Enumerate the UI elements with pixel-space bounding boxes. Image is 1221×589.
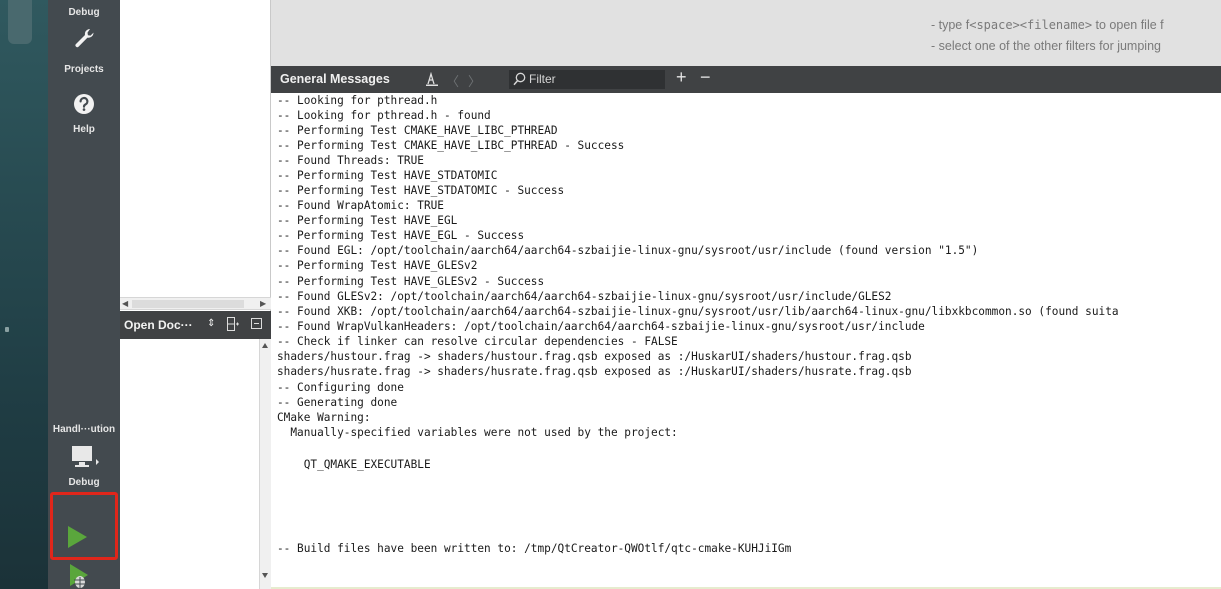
- log-line: -- Found WrapVulkanHeaders: /opt/toolcha…: [277, 320, 925, 333]
- wrench-icon: [75, 28, 94, 48]
- log-line: shaders/hustour.frag -> shaders/hustour.…: [277, 350, 912, 363]
- open-documents-title[interactable]: Open Doc···: [124, 318, 193, 332]
- log-line: -- Found Threads: TRUE: [277, 154, 424, 167]
- locator-popup: - type f<space><filename> to open file f…: [271, 0, 1221, 66]
- locator-hint-line-1: - type f<space><filename> to open file f: [931, 18, 1164, 32]
- log-line: -- Performing Test HAVE_EGL: [277, 214, 458, 227]
- log-line: -- Performing Test HAVE_STDATOMIC - Succ…: [277, 184, 565, 197]
- log-line: -- Performing Test HAVE_GLESv2 - Success: [277, 275, 545, 288]
- mode-projects-label: Projects: [64, 64, 104, 75]
- open-documents-header: Open Doc··· ⇕: [120, 311, 271, 339]
- scroll-left-icon[interactable]: ◀: [122, 298, 128, 309]
- desktop-tab: [8, 0, 32, 44]
- help-icon: [74, 94, 94, 114]
- mode-help-label: Help: [73, 124, 95, 135]
- output-log[interactable]: -- Looking for pthread.h -- Looking for p…: [271, 93, 1221, 589]
- log-line: -- Found EGL: /opt/toolchain/aarch64/aar…: [277, 244, 979, 257]
- log-line: -- Found XKB: /opt/toolchain/aarch64/aar…: [277, 305, 1119, 318]
- debug-run-button[interactable]: [68, 563, 92, 589]
- next-item-icon[interactable]: 〉: [468, 71, 481, 90]
- filter-input[interactable]: Filter: [509, 70, 665, 89]
- close-pane-icon[interactable]: [251, 318, 262, 329]
- horizontal-scrollbar[interactable]: ◀ ▶: [120, 297, 271, 310]
- log-line: -- Performing Test HAVE_EGL - Success: [277, 229, 525, 242]
- log-line: -- Check if linker can resolve circular …: [277, 335, 678, 348]
- side-pane: ◀ ▶ Open Doc··· ⇕: [120, 0, 271, 589]
- hint-text-suffix: to open file f: [1092, 18, 1164, 32]
- scroll-up-icon[interactable]: [262, 343, 268, 348]
- previous-item-icon[interactable]: 〈: [446, 71, 459, 90]
- scroll-right-icon[interactable]: ▶: [260, 298, 266, 309]
- log-line: shaders/husrate.frag -> shaders/husrate.…: [277, 365, 912, 378]
- project-name-label: Handl···ution: [52, 424, 116, 435]
- run-highlight-box: [50, 492, 118, 560]
- log-line: -- Performing Test HAVE_STDATOMIC: [277, 169, 498, 182]
- mode-debug-label: Debug: [68, 7, 100, 18]
- log-line: -- Performing Test HAVE_GLESv2: [277, 259, 478, 272]
- zoom-out-button[interactable]: −: [700, 67, 711, 88]
- mode-projects[interactable]: Projects: [48, 26, 120, 75]
- log-line: CMake Warning:: [277, 411, 371, 424]
- scrollbar-thumb[interactable]: [132, 300, 244, 308]
- log-line: -- Generating done: [277, 396, 398, 409]
- desktop-marker: [5, 327, 9, 332]
- split-icon[interactable]: [227, 317, 239, 331]
- locator-hint-line-2: - select one of the other filters for ju…: [931, 39, 1161, 53]
- output-pane-title[interactable]: General Messages: [280, 72, 390, 86]
- log-line: -- Performing Test CMAKE_HAVE_LIBC_PTHRE…: [277, 124, 558, 137]
- log-line: -- Performing Test CMAKE_HAVE_LIBC_PTHRE…: [277, 139, 625, 152]
- search-icon: [513, 72, 526, 86]
- desktop-background: [0, 0, 48, 589]
- log-line: -- Configuring done: [277, 381, 404, 394]
- log-line: -- Found WrapAtomic: TRUE: [277, 199, 444, 212]
- log-line: -- Found GLESv2: /opt/toolchain/aarch64/…: [277, 290, 892, 303]
- scroll-down-icon[interactable]: [262, 573, 268, 578]
- vertical-scrollbar[interactable]: [259, 339, 271, 589]
- clear-output-icon[interactable]: [425, 72, 439, 87]
- output-pane-toolbar: General Messages 〈 〉 Filter + −: [271, 66, 1221, 93]
- log-line: -- Looking for pthread.h: [277, 94, 438, 107]
- hint-mono-text: <space><filename>: [969, 18, 1093, 32]
- log-line: Manually-specified variables were not us…: [277, 426, 678, 439]
- debug-run-icon: [70, 564, 88, 588]
- kit-selector[interactable]: Handl···ution Debug: [48, 424, 120, 488]
- filter-placeholder: Filter: [529, 72, 556, 86]
- monitor-icon: [72, 446, 99, 467]
- log-line: -- Looking for pthread.h - found: [277, 109, 491, 122]
- log-line: -- Build files have been written to: /tm…: [277, 542, 792, 555]
- hint-text: - type f: [931, 18, 970, 32]
- view-switch-icon[interactable]: ⇕: [207, 318, 215, 329]
- mode-help[interactable]: Help: [48, 93, 120, 135]
- log-line: QT_QMAKE_EXECUTABLE: [277, 458, 431, 471]
- build-config-label: Debug: [68, 477, 100, 488]
- mode-debug[interactable]: Debug: [48, 7, 120, 18]
- zoom-in-button[interactable]: +: [676, 67, 687, 88]
